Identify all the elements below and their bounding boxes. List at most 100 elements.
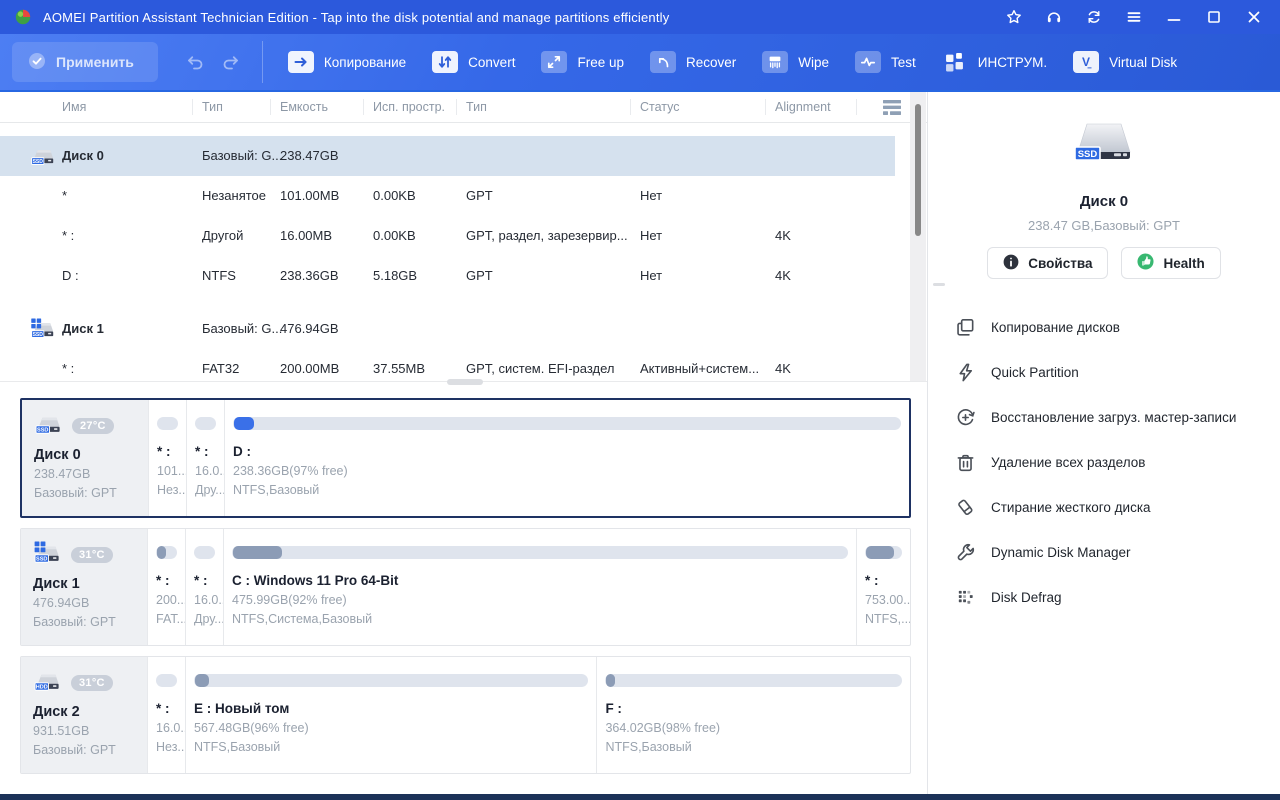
cell-type: Другой	[202, 216, 243, 256]
cell-used: 0.00KB	[373, 176, 416, 216]
partition-size: 16.0...	[195, 462, 216, 481]
disk-list-area: Имя Тип Емкость Исп. простр. Тип Статус Alignm…	[0, 92, 928, 794]
toolbar-button-recover[interactable]: Recover	[650, 51, 736, 73]
cell-status: Нет	[640, 176, 662, 216]
disk-panel-1[interactable]: SSD 31°C Диск 1 476.94GB Базовый: GPT * …	[20, 528, 911, 646]
update-sync-icon[interactable]	[1085, 9, 1102, 26]
cell-alignment: 4K	[775, 256, 791, 296]
partition-cell[interactable]: C : Windows 11 Pro 64-Bit 475.99GB(92% f…	[223, 529, 856, 645]
table-row-partition[interactable]: D :NTFS238.36GB5.18GBGPTНет4K	[0, 256, 927, 296]
partition-cell[interactable]: * : 16.0... Дру...	[186, 400, 224, 516]
temperature-badge: 31°C	[71, 547, 113, 563]
support-headset-icon[interactable]	[1045, 9, 1062, 26]
svg-text:SSD: SSD	[33, 332, 44, 338]
cell-capacity: 238.36GB	[280, 256, 339, 296]
header-separator	[192, 99, 193, 115]
used-space-fill	[233, 546, 282, 559]
scrollbar-thumb[interactable]	[915, 104, 921, 236]
toolbar-button-convert[interactable]: Convert	[432, 51, 515, 73]
splitter-handle[interactable]	[447, 379, 483, 385]
cell-status: Нет	[640, 256, 662, 296]
health-thumbsup-icon	[1137, 253, 1154, 273]
column-header-0[interactable]: Имя	[62, 92, 86, 122]
sidebar-item-disk-defrag[interactable]: Disk Defrag	[929, 575, 1279, 620]
column-settings-icon[interactable]	[883, 100, 901, 115]
partition-cell[interactable]: D : 238.36GB(97% free) NTFS,Базовый	[224, 400, 909, 516]
column-header-4[interactable]: Тип	[466, 92, 487, 122]
disk-illustration: SSD	[929, 118, 1279, 177]
table-scrollbar[interactable]	[910, 92, 926, 382]
kopirovanie-icon	[288, 51, 314, 73]
disk-defrag-icon	[954, 587, 976, 609]
sidebar-collapse-handle[interactable]	[933, 283, 945, 286]
close-icon[interactable]	[1245, 9, 1262, 26]
health-button[interactable]: Health	[1121, 247, 1220, 279]
sidebar-item-quick-partition[interactable]: Quick Partition	[929, 350, 1279, 395]
undo-icon[interactable]	[184, 51, 206, 73]
column-header-3[interactable]: Исп. простр.	[373, 92, 445, 122]
apply-label: Применить	[56, 54, 134, 70]
table-row-partition[interactable]: *Незанятое101.00MB0.00KBGPTНет	[0, 176, 927, 216]
disk-panel-2[interactable]: HDD 31°C Диск 2 931.51GB Базовый: GPT * …	[20, 656, 911, 774]
partition-cell[interactable]: * : 753.00... NTFS,...	[856, 529, 910, 645]
toolbar-button-kopirovanie[interactable]: Копирование	[288, 51, 406, 73]
column-header-6[interactable]: Alignment	[775, 92, 831, 122]
apply-button[interactable]: Применить	[12, 42, 158, 82]
toolbar-button-freeup[interactable]: Free up	[541, 51, 624, 73]
column-header-5[interactable]: Статус	[640, 92, 680, 122]
sidebar-item-rebuild-mbr[interactable]: Восстановление загруз. мастер-записи	[929, 395, 1279, 440]
table-row-partition[interactable]: * :FAT32200.00MB37.55MBGPT, систем. EFI-…	[0, 349, 927, 381]
sidebar-item-disk-copy[interactable]: Копирование дисков	[929, 305, 1279, 350]
minimize-icon[interactable]	[1165, 9, 1182, 26]
toolbar-button-test[interactable]: Test	[855, 51, 916, 73]
toolbar-button-wipe[interactable]: Wipe	[762, 51, 829, 73]
toolbar-button-virtual-disk[interactable]: V Virtual Disk	[1073, 51, 1177, 73]
table-row-disk[interactable]: SSD Диск 0Базовый: G...238.47GB	[0, 136, 927, 176]
partition-cell[interactable]: * : 200... FAT...	[147, 529, 185, 645]
table-row-disk[interactable]: SSD Диск 1Базовый: G...476.94GB	[0, 309, 927, 349]
disk-panels: SSD 27°C Диск 0 238.47GB Базовый: GPT * …	[0, 382, 927, 774]
sidebar-item-label: Копирование дисков	[991, 320, 1120, 335]
partition-cell[interactable]: * : 16.0... Нез...	[147, 657, 185, 773]
disk-panel-0[interactable]: SSD 27°C Диск 0 238.47GB Базовый: GPT * …	[20, 398, 911, 518]
capacity-bar	[605, 674, 902, 687]
sidebar-item-label: Стирание жесткого диска	[991, 500, 1151, 515]
column-header-1[interactable]: Тип	[202, 92, 223, 122]
sidebar-item-delete-all-partitions[interactable]: Удаление всех разделов	[929, 440, 1279, 485]
cell-ptype: GPT	[466, 256, 493, 296]
disk-capacity: 476.94GB	[33, 594, 147, 613]
favorite-icon[interactable]	[1005, 9, 1022, 26]
partition-size: 364.02GB(98% free)	[605, 719, 902, 738]
sidebar: SSD Диск 0 238.47 GB,Базовый: GPT Свойст…	[929, 92, 1279, 794]
ssd-drive-icon: SSD	[34, 412, 64, 441]
capacity-bar	[195, 417, 216, 430]
table-row-partition[interactable]: * :Другой16.00MB0.00KBGPT, раздел, зарез…	[0, 216, 927, 256]
cell-capacity: 101.00MB	[280, 176, 339, 216]
partition-cell[interactable]: E : Новый том 567.48GB(96% free) NTFS,Ба…	[185, 657, 596, 773]
ssd-win-drive-icon: SSD	[33, 541, 63, 570]
properties-button[interactable]: Свойства	[987, 247, 1108, 279]
maximize-icon[interactable]	[1205, 9, 1222, 26]
menu-icon[interactable]	[1125, 9, 1142, 26]
sidebar-item-label: Disk Defrag	[991, 590, 1062, 605]
svg-text:HDD: HDD	[36, 684, 48, 690]
sidebar-item-wipe-hard-drive[interactable]: Стирание жесткого диска	[929, 485, 1279, 530]
cell-name: *	[62, 176, 67, 216]
column-header-2[interactable]: Емкость	[280, 92, 328, 122]
capacity-bar	[156, 674, 177, 687]
temperature-badge: 31°C	[71, 675, 113, 691]
redo-icon[interactable]	[220, 51, 242, 73]
partition-label: * :	[156, 698, 177, 719]
cell-used: 5.18GB	[373, 256, 417, 296]
table-bottom-divider	[0, 381, 927, 382]
partition-cell[interactable]: * : 16.0... Дру...	[185, 529, 223, 645]
toolbar-button-instrum[interactable]: ИНСТРУМ.	[942, 51, 1047, 73]
cell-type: Базовый: G...	[202, 136, 282, 176]
capacity-bar	[156, 546, 177, 559]
freeup-icon	[541, 51, 567, 73]
sidebar-item-dynamic-disk-manager[interactable]: Dynamic Disk Manager	[929, 530, 1279, 575]
table-header: Имя Тип Емкость Исп. простр. Тип Статус Alignm…	[0, 92, 927, 123]
partition-cell[interactable]: F : 364.02GB(98% free) NTFS,Базовый	[596, 657, 910, 773]
partition-cell[interactable]: * : 101.... Нез...	[148, 400, 186, 516]
sidebar-item-label: Quick Partition	[991, 365, 1079, 380]
